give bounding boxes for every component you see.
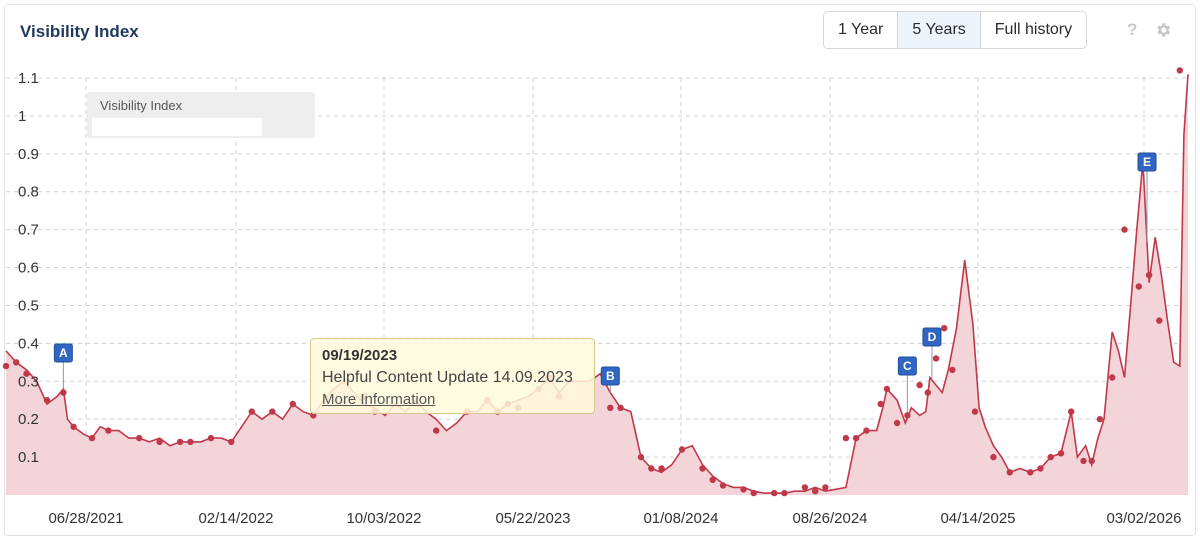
data-point (207, 434, 215, 442)
y-tick-label: 0.4 (18, 335, 39, 352)
event-marker-label: E (1143, 155, 1151, 169)
tooltip-text: Helpful Content Update 14.09.2023 (322, 369, 573, 386)
data-point (941, 325, 948, 332)
data-point (1176, 67, 1184, 74)
data-point (842, 434, 850, 442)
data-point (883, 385, 891, 393)
data-point (1088, 457, 1095, 465)
tooltip-date: 09/19/2023 (322, 347, 398, 364)
data-point (228, 438, 235, 446)
data-point (60, 389, 67, 396)
y-tick-label: 0.3 (18, 373, 39, 390)
event-tooltip: 09/19/2023 Helpful Content Update 14.09.… (310, 338, 595, 414)
data-point (1109, 374, 1116, 381)
data-point (88, 434, 96, 442)
legend-label: Visibility Index (100, 98, 183, 113)
x-tick-label: 02/14/2022 (198, 510, 273, 527)
data-point (176, 438, 184, 446)
event-markers: A B C D E (53, 152, 1157, 418)
data-point (658, 465, 665, 472)
data-point (863, 427, 870, 434)
data-point (648, 465, 655, 472)
x-tick-label: 08/26/2024 (792, 510, 867, 527)
x-tick-label: 04/14/2025 (940, 510, 1015, 527)
x-axis-ticks: 06/28/2021 02/14/2022 10/03/2022 05/22/2023… (48, 510, 1181, 527)
x-tick-label: 06/28/2021 (48, 510, 123, 527)
data-point (990, 453, 997, 461)
data-point (893, 419, 901, 427)
data-point (1068, 408, 1075, 415)
x-tick-label: 10/03/2022 (346, 510, 421, 527)
data-point (709, 476, 716, 483)
data-point (1057, 450, 1065, 457)
data-point (904, 412, 911, 419)
y-tick-label: 0.7 (18, 222, 39, 239)
data-point (1037, 465, 1044, 472)
data-point (269, 408, 276, 415)
data-point (852, 434, 860, 442)
y-tick-label: 0.8 (18, 184, 39, 201)
data-point (607, 404, 614, 411)
data-point (637, 453, 645, 461)
data-point (2, 362, 10, 370)
data-point (248, 408, 255, 415)
data-point (932, 355, 940, 362)
data-point (433, 427, 440, 434)
y-tick-label: 0.5 (18, 297, 39, 314)
x-tick-label: 01/08/2024 (643, 510, 718, 527)
data-point (289, 400, 296, 408)
y-tick-label: 0.2 (18, 411, 39, 428)
y-tick-label: 1 (18, 108, 26, 125)
data-point (719, 482, 727, 489)
data-point (187, 438, 194, 446)
data-point (924, 389, 931, 396)
data-point (822, 484, 829, 491)
data-point (781, 489, 788, 497)
data-point (1027, 469, 1034, 476)
y-tick-label: 0.1 (18, 449, 39, 466)
data-point (156, 438, 163, 446)
x-tick-label: 05/22/2023 (495, 510, 570, 527)
data-point (1121, 226, 1128, 233)
x-tick-label: 03/02/2026 (1106, 510, 1181, 527)
visibility-chart: A B C D E 0.1 0.2 0.3 0.4 0.5 0.6 0.7 0.8 0.9 1 1.1 06… (2, 67, 1189, 527)
data-point (1006, 469, 1013, 476)
data-point (916, 381, 923, 389)
data-point (1096, 416, 1104, 423)
data-point (1145, 271, 1153, 279)
data-point (43, 397, 51, 404)
event-marker-label: A (59, 346, 68, 360)
data-point (801, 484, 809, 491)
data-point (136, 434, 143, 442)
event-marker-label: B (606, 369, 615, 383)
y-tick-label: 1.1 (18, 70, 39, 87)
data-point (812, 488, 819, 495)
data-point (1156, 317, 1163, 324)
y-tick-label: 0.9 (18, 146, 39, 163)
data-point (105, 427, 112, 434)
data-point (740, 486, 747, 493)
legend-redacted-value (92, 118, 262, 136)
data-point (70, 423, 77, 430)
data-point (678, 446, 686, 453)
data-point (971, 408, 979, 415)
data-point (1080, 457, 1087, 465)
data-point (13, 359, 20, 366)
data-point (617, 404, 624, 411)
data-point (699, 465, 706, 472)
data-point (1047, 453, 1054, 461)
data-point (877, 400, 884, 408)
event-marker-label: C (903, 359, 912, 373)
y-tick-label: 0.6 (18, 260, 39, 277)
event-marker-label: D (928, 330, 937, 344)
data-point (750, 489, 757, 497)
tooltip-more-information-link[interactable]: More Information (322, 391, 435, 408)
data-point (771, 489, 778, 497)
data-point (949, 366, 956, 374)
data-point (1135, 283, 1143, 290)
